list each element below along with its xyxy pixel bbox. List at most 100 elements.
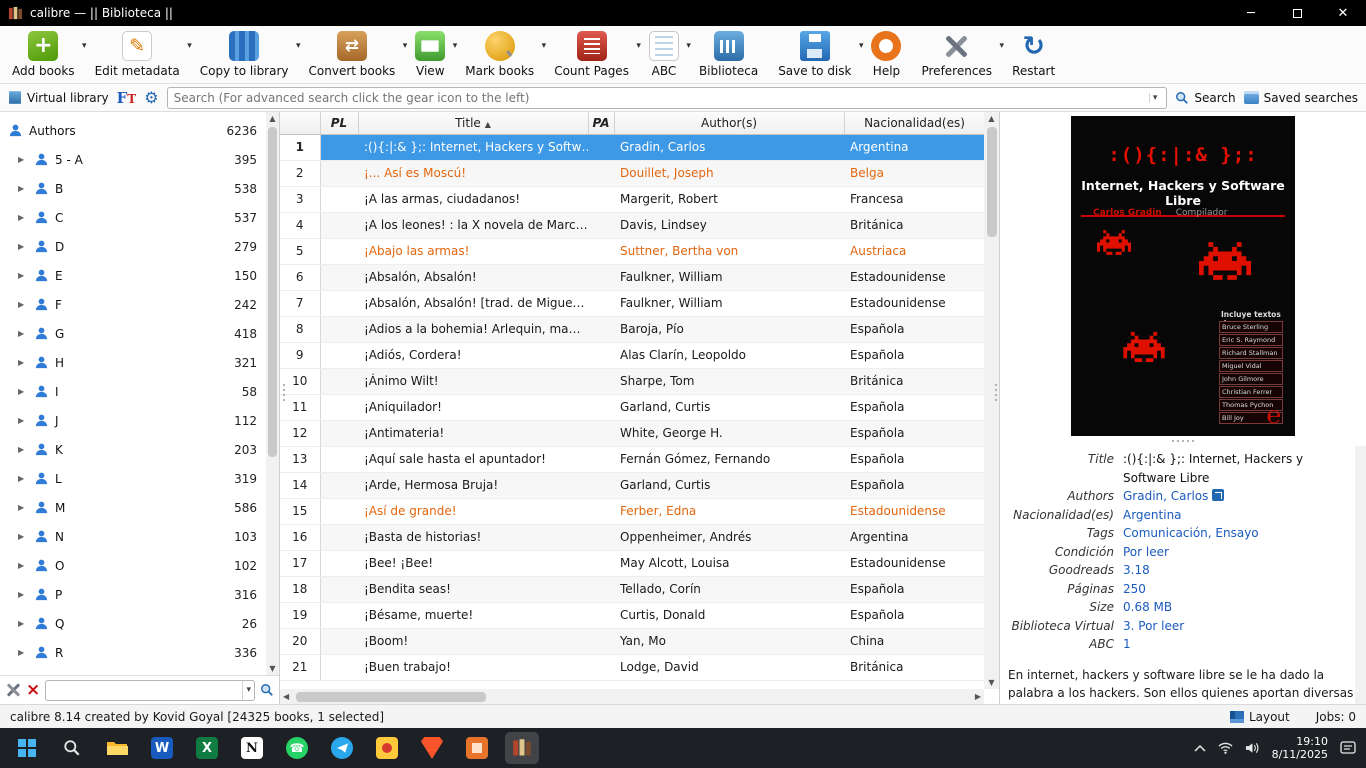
copy-to-library-button[interactable]: Copy to library ▾ xyxy=(192,29,301,78)
add-books-button[interactable]: Add books ▾ xyxy=(4,29,87,78)
table-row[interactable]: 8 ¡Adios a la bohemia! Arlequin, ma… Bar… xyxy=(280,316,985,343)
expand-arrow-icon[interactable]: ▶ xyxy=(18,213,28,222)
sidebar-item-m[interactable]: ▶ M 586 xyxy=(0,493,279,522)
sidebar-item-g[interactable]: ▶ G 418 xyxy=(0,319,279,348)
clear-find-icon[interactable]: × xyxy=(26,681,40,699)
saved-searches-button[interactable]: Saved searches xyxy=(1243,91,1358,105)
sidebar-item-5a[interactable]: ▶ 5 - A 395 xyxy=(0,145,279,174)
calibre-taskbar-button[interactable] xyxy=(505,732,539,764)
wifi-icon[interactable] xyxy=(1218,742,1233,754)
file-explorer-button[interactable] xyxy=(100,732,134,764)
expand-arrow-icon[interactable]: ▶ xyxy=(18,300,28,309)
table-row[interactable]: 14 ¡Arde, Hermosa Bruja! Garland, Curtis… xyxy=(280,472,985,499)
expand-arrow-icon[interactable]: ▶ xyxy=(18,184,28,193)
expand-arrow-icon[interactable]: ▶ xyxy=(18,155,28,164)
scroll-left-icon[interactable]: ◀ xyxy=(280,692,292,701)
detail-value[interactable]: Comunicación, Ensayo xyxy=(1123,524,1259,543)
maximize-button[interactable] xyxy=(1274,0,1320,26)
expand-arrow-icon[interactable]: ▶ xyxy=(18,445,28,454)
table-row[interactable]: 1 :(){:|:& };: Internet, Hackers y Softw… xyxy=(280,134,985,161)
expand-arrow-icon[interactable]: ▶ xyxy=(18,387,28,396)
scroll-down-icon[interactable]: ▼ xyxy=(269,662,275,675)
panel-splitter[interactable] xyxy=(993,384,998,402)
biblioteca-button[interactable]: Biblioteca ▾ xyxy=(691,29,770,78)
taskbar-search-button[interactable] xyxy=(55,732,89,764)
expand-arrow-icon[interactable]: ▶ xyxy=(18,358,28,367)
expand-arrow-icon[interactable]: ▶ xyxy=(18,271,28,280)
whatsapp-button[interactable]: ☎ xyxy=(280,732,314,764)
scroll-up-icon[interactable]: ▲ xyxy=(269,112,275,125)
table-row[interactable]: 4 ¡A los leones! : la X novela de Marc… … xyxy=(280,212,985,239)
sidebar-item-q[interactable]: ▶ Q 26 xyxy=(0,609,279,638)
expand-arrow-icon[interactable]: ▶ xyxy=(18,590,28,599)
expand-arrow-icon[interactable]: ▶ xyxy=(18,242,28,251)
expand-arrow-icon[interactable]: ▶ xyxy=(18,532,28,541)
yellow-app-button[interactable] xyxy=(370,732,404,764)
orange-app-button[interactable] xyxy=(460,732,494,764)
virtual-library-button[interactable]: Virtual library xyxy=(8,91,109,105)
table-row[interactable]: 18 ¡Bendita seas! Tellado, Corín Español… xyxy=(280,576,985,603)
excel-button[interactable]: X xyxy=(190,732,224,764)
table-row[interactable]: 17 ¡Bee! ¡Bee! May Alcott, Louisa Estado… xyxy=(280,550,985,577)
table-row[interactable]: 6 ¡Absalón, Absalón! Faulkner, William E… xyxy=(280,264,985,291)
jobs-indicator[interactable]: Jobs: 0 xyxy=(1316,710,1356,724)
taskbar-clock[interactable]: 19:10 8/11/2025 xyxy=(1272,735,1328,762)
detail-value[interactable]: 250 xyxy=(1123,580,1146,599)
book-cover[interactable]: :(){:|:& };: Internet, Hackers y Softwar… xyxy=(1071,116,1295,436)
column-header-pa[interactable]: PA xyxy=(588,112,615,135)
table-row[interactable]: 7 ¡Absalón, Absalón! [trad. de Migue… Fa… xyxy=(280,290,985,317)
scroll-down-icon[interactable]: ▼ xyxy=(988,676,994,689)
table-row[interactable]: 11 ¡Aniquilador! Garland, Curtis Español… xyxy=(280,394,985,421)
detail-value[interactable]: 1 xyxy=(1123,635,1131,654)
scrollbar-thumb[interactable] xyxy=(268,127,277,457)
table-row[interactable]: 20 ¡Boom! Yan, Mo China xyxy=(280,628,985,655)
column-header-nationality[interactable]: Nacionalidad(es) xyxy=(844,112,986,135)
table-row[interactable]: 21 ¡Buen trabajo! Lodge, David Británica xyxy=(280,654,985,681)
configure-tag-browser-icon[interactable] xyxy=(5,682,21,698)
table-row[interactable]: 19 ¡Bésame, muerte! Curtis, Donald Españ… xyxy=(280,602,985,629)
scrollbar-thumb[interactable] xyxy=(986,127,997,237)
detail-value[interactable]: 0.68 MB xyxy=(1123,598,1172,617)
help-button[interactable]: Help ▾ xyxy=(863,29,913,78)
scroll-right-icon[interactable]: ▶ xyxy=(972,692,984,701)
sidebar-item-k[interactable]: ▶ K 203 xyxy=(0,435,279,464)
abc-button[interactable]: ABC ▾ xyxy=(641,29,691,78)
hidden-icons-chevron[interactable] xyxy=(1194,744,1206,752)
start-button[interactable] xyxy=(10,732,44,764)
save-to-disk-button[interactable]: Save to disk ▾ xyxy=(770,29,863,78)
find-history-arrow[interactable]: ▾ xyxy=(242,680,254,700)
table-horizontal-scrollbar[interactable]: ◀ ▶ xyxy=(280,689,984,704)
cover-details-splitter[interactable] xyxy=(1000,436,1366,446)
sidebar-item-p[interactable]: ▶ P 316 xyxy=(0,580,279,609)
detail-value[interactable]: 3. Por leer xyxy=(1123,617,1184,636)
word-button[interactable]: W xyxy=(145,732,179,764)
detail-value[interactable]: Gradin, Carlos xyxy=(1123,487,1225,506)
expand-arrow-icon[interactable]: ▶ xyxy=(18,416,28,425)
table-row[interactable]: 10 ¡Ánimo Wilt! Sharpe, Tom Británica xyxy=(280,368,985,395)
sidebar-item-l[interactable]: ▶ L 319 xyxy=(0,464,279,493)
view-button[interactable]: View ▾ xyxy=(407,29,457,78)
brave-button[interactable] xyxy=(415,732,449,764)
layout-button[interactable]: Layout xyxy=(1229,710,1290,724)
mark-books-button[interactable]: Mark books ▾ xyxy=(457,29,546,78)
expand-arrow-icon[interactable]: ▶ xyxy=(18,503,28,512)
table-row[interactable]: 3 ¡A las armas, ciudadanos! Margerit, Ro… xyxy=(280,186,985,213)
expand-arrow-icon[interactable]: ▶ xyxy=(18,474,28,483)
preferences-button[interactable]: Preferences ▾ xyxy=(913,29,1004,78)
expand-arrow-icon[interactable]: ▶ xyxy=(18,648,28,657)
search-highlight-toggle[interactable]: FT xyxy=(117,89,137,107)
close-button[interactable]: ✕ xyxy=(1320,0,1366,26)
table-row[interactable]: 16 ¡Basta de historias! Oppenheimer, And… xyxy=(280,524,985,551)
sidebar-item-o[interactable]: ▶ O 102 xyxy=(0,551,279,580)
table-row[interactable]: 5 ¡Abajo las armas! Suttner, Bertha von … xyxy=(280,238,985,265)
detail-value[interactable]: Argentina xyxy=(1123,506,1182,525)
table-row[interactable]: 13 ¡Aquí sale hasta el apuntador! Fernán… xyxy=(280,446,985,473)
search-history-arrow[interactable]: ▾ xyxy=(1148,92,1161,103)
sidebar-splitter[interactable] xyxy=(281,384,286,402)
minimize-button[interactable]: ─ xyxy=(1228,0,1274,26)
search-button[interactable]: Search xyxy=(1175,91,1236,105)
sidebar-item-b[interactable]: ▶ B 538 xyxy=(0,174,279,203)
sidebar-item-n[interactable]: ▶ N 103 xyxy=(0,522,279,551)
expand-arrow-icon[interactable]: ▶ xyxy=(18,561,28,570)
scrollbar-thumb[interactable] xyxy=(296,691,487,702)
